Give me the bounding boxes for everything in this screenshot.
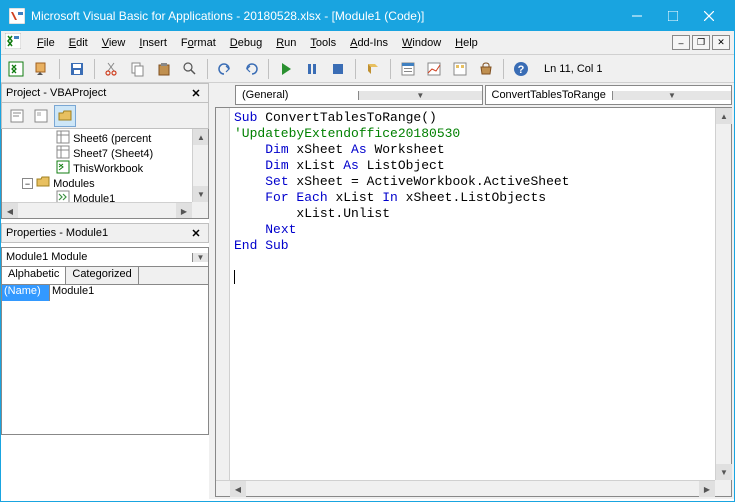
properties-button[interactable]: [423, 58, 445, 80]
scroll-corner: [715, 480, 731, 496]
view-excel-button[interactable]: [5, 58, 27, 80]
menu-window[interactable]: Window: [396, 35, 447, 51]
procedure-dropdown[interactable]: ConvertTablesToRange ▼: [485, 85, 733, 105]
code-content[interactable]: Sub ConvertTablesToRange() 'UpdatebyExte…: [230, 108, 731, 496]
help-button[interactable]: ?: [510, 58, 532, 80]
svg-text:?: ?: [518, 64, 525, 76]
cut-button[interactable]: [101, 58, 123, 80]
tree-hscroll[interactable]: ◀ ▶: [2, 202, 192, 218]
menu-edit[interactable]: Edit: [63, 35, 94, 51]
excel-icon[interactable]: [5, 33, 21, 52]
break-button[interactable]: [301, 58, 323, 80]
project-panel-toolbar: [1, 103, 209, 129]
menu-addins[interactable]: Add-Ins: [344, 35, 394, 51]
minimize-button[interactable]: [620, 5, 654, 27]
menu-debug[interactable]: Debug: [224, 35, 268, 51]
code-view-buttons[interactable]: [216, 480, 230, 496]
menu-help[interactable]: Help: [449, 35, 484, 51]
properties-panel-close-button[interactable]: ✕: [188, 227, 204, 240]
code-margin: [216, 108, 230, 496]
menu-view[interactable]: View: [96, 35, 132, 51]
scroll-right-icon[interactable]: ▶: [699, 481, 715, 497]
project-panel-header: Project - VBAProject ✕: [1, 83, 209, 103]
project-tree[interactable]: Sheet6 (percent Sheet7 (Sheet4) ThisWork…: [1, 129, 209, 219]
toggle-folders-button[interactable]: [54, 105, 76, 127]
properties-panel-title: Properties - Module1: [6, 227, 108, 239]
property-name-value[interactable]: Module1: [50, 285, 208, 301]
view-code-button[interactable]: [6, 105, 28, 127]
vba-app-icon: [9, 8, 25, 24]
save-button[interactable]: [66, 58, 88, 80]
cursor-position: Ln 11, Col 1: [544, 63, 603, 75]
property-grid[interactable]: (Name) Module1: [1, 285, 209, 435]
code-editor[interactable]: Sub ConvertTablesToRange() 'UpdatebyExte…: [215, 107, 732, 497]
scroll-up-icon[interactable]: ▲: [193, 129, 209, 145]
collapse-icon[interactable]: −: [22, 178, 33, 189]
project-panel-title: Project - VBAProject: [6, 87, 106, 99]
menubar: File Edit View Insert Format Debug Run T…: [1, 31, 734, 55]
find-button[interactable]: [179, 58, 201, 80]
scroll-left-icon[interactable]: ◀: [2, 203, 18, 219]
menu-format[interactable]: Format: [175, 35, 222, 51]
folder-icon: [36, 175, 50, 192]
tab-categorized[interactable]: Categorized: [66, 267, 138, 284]
main-toolbar: ? Ln 11, Col 1: [1, 55, 734, 83]
scroll-right-icon[interactable]: ▶: [176, 203, 192, 219]
menu-run[interactable]: Run: [270, 35, 302, 51]
mdi-close-button[interactable]: ✕: [712, 35, 730, 50]
reset-button[interactable]: [327, 58, 349, 80]
close-button[interactable]: [692, 5, 726, 27]
object-dropdown[interactable]: ▼: [1, 247, 209, 267]
scroll-corner: [192, 202, 208, 218]
copy-button[interactable]: [127, 58, 149, 80]
redo-button[interactable]: [240, 58, 262, 80]
property-tabs: Alphabetic Categorized: [1, 267, 209, 285]
scope-dropdown[interactable]: (General) ▼: [235, 85, 483, 105]
chevron-down-icon[interactable]: ▼: [612, 91, 731, 100]
code-vscroll[interactable]: ▲ ▼: [715, 108, 731, 480]
toolbox-button[interactable]: [475, 58, 497, 80]
scroll-down-icon[interactable]: ▼: [716, 464, 732, 480]
tree-sheet6[interactable]: Sheet6 (percent: [56, 131, 206, 146]
text-cursor: [234, 270, 235, 284]
maximize-button[interactable]: [656, 5, 690, 27]
project-panel-close-button[interactable]: ✕: [188, 87, 204, 100]
properties-panel-header: Properties - Module1 ✕: [1, 223, 209, 243]
mdi-restore-button[interactable]: ❐: [692, 35, 710, 50]
property-name-label: (Name): [2, 285, 50, 301]
window-title: Microsoft Visual Basic for Applications …: [31, 9, 620, 23]
tab-alphabetic[interactable]: Alphabetic: [2, 267, 66, 284]
code-hscroll[interactable]: ◀ ▶: [230, 480, 715, 496]
scroll-up-icon[interactable]: ▲: [716, 108, 732, 124]
paste-button[interactable]: [153, 58, 175, 80]
project-explorer-button[interactable]: [397, 58, 419, 80]
object-browser-button[interactable]: [449, 58, 471, 80]
tree-sheet7[interactable]: Sheet7 (Sheet4): [56, 146, 206, 161]
design-mode-button[interactable]: [362, 58, 384, 80]
undo-button[interactable]: [214, 58, 236, 80]
menu-file[interactable]: File: [31, 35, 61, 51]
property-row[interactable]: (Name) Module1: [2, 285, 208, 301]
scope-text: (General): [236, 89, 358, 101]
scroll-down-icon[interactable]: ▼: [193, 186, 209, 202]
tree-thisworkbook[interactable]: ThisWorkbook: [56, 161, 206, 176]
view-object-button[interactable]: [30, 105, 52, 127]
object-dropdown-text: [2, 251, 192, 263]
tree-vscroll[interactable]: ▲ ▼: [192, 129, 208, 202]
workbook-icon: [56, 160, 70, 177]
run-button[interactable]: [275, 58, 297, 80]
procedure-text: ConvertTablesToRange: [486, 89, 612, 101]
tree-modules-folder[interactable]: − Modules: [22, 176, 206, 191]
titlebar: Microsoft Visual Basic for Applications …: [1, 1, 734, 31]
scroll-left-icon[interactable]: ◀: [230, 481, 246, 497]
chevron-down-icon[interactable]: ▼: [192, 253, 208, 262]
menu-tools[interactable]: Tools: [304, 35, 342, 51]
insert-dropdown-button[interactable]: [31, 58, 53, 80]
mdi-minimize-button[interactable]: –: [672, 35, 690, 50]
chevron-down-icon[interactable]: ▼: [358, 91, 481, 100]
menu-insert[interactable]: Insert: [133, 35, 173, 51]
